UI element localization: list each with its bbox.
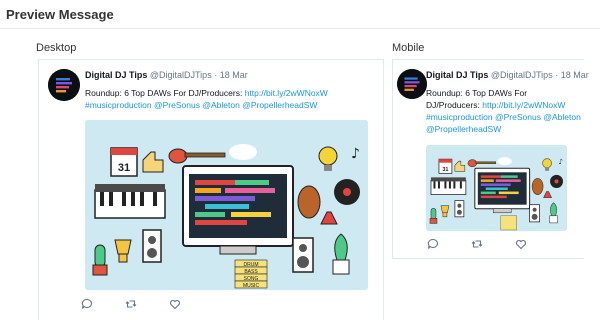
separator: ·: [214, 70, 218, 80]
mobile-tweet-card: Digital DJ Tips @DigitalDJTips · 18 Mar …: [392, 59, 589, 259]
tweet-text: Roundup: 6 Top DAWs For DJ/Producers: ht…: [85, 87, 375, 111]
mention-ableton-link[interactable]: @Ableton: [543, 112, 580, 122]
reply-icon[interactable]: [427, 238, 439, 250]
mobile-section-label: Mobile: [392, 42, 425, 54]
tweet-header: Digital DJ Tips @DigitalDJTips · 18 Mar: [426, 70, 589, 80]
sticker-music: MUSIC: [243, 283, 260, 289]
like-icon[interactable]: [515, 238, 527, 250]
calendar-day: 31: [118, 162, 130, 174]
author-name[interactable]: Digital DJ Tips: [426, 70, 488, 80]
avatar[interactable]: [48, 69, 80, 101]
tweet-date[interactable]: 18 Mar: [561, 70, 589, 80]
tweet-actions: [81, 298, 181, 310]
tweet-body: Roundup: 6 Top DAWs For DJ/Producers:: [85, 88, 243, 98]
mention-presonus-link[interactable]: @PreSonus: [154, 100, 200, 110]
tweet-media-image[interactable]: 31 ♪: [426, 145, 567, 231]
svg-text:♪: ♪: [351, 146, 360, 162]
desktop-section-label: Desktop: [36, 42, 77, 54]
tweet-header: Digital DJ Tips @DigitalDJTips · 18 Mar: [85, 70, 248, 80]
avatar[interactable]: [397, 69, 427, 99]
tweet-text: Roundup: 6 Top DAWs For DJ/Producers: ht…: [426, 87, 581, 135]
reply-icon[interactable]: [81, 298, 93, 310]
tweet-media-image[interactable]: 31 ♪: [85, 120, 368, 290]
tweet-url-link[interactable]: http://bit.ly/2wWNoxW: [245, 88, 328, 98]
avatar-logo-icon: [397, 69, 427, 99]
tweet-actions: [427, 238, 527, 250]
mention-presonus-link[interactable]: @PreSonus: [495, 112, 541, 122]
retweet-icon[interactable]: [125, 298, 137, 310]
tweet-url-link[interactable]: http://bit.ly/2wWNoxW: [482, 100, 565, 110]
mention-propellerhead-link[interactable]: @PropellerheadSW: [426, 124, 501, 134]
author-name[interactable]: Digital DJ Tips: [85, 70, 147, 80]
mention-propellerhead-link[interactable]: @PropellerheadSW: [242, 100, 317, 110]
preview-header: Preview Message: [0, 0, 600, 29]
tweet-date[interactable]: 18 Mar: [220, 70, 248, 80]
desktop-tweet-card: Digital DJ Tips @DigitalDJTips · 18 Mar …: [38, 59, 384, 320]
svg-text:♪: ♪: [559, 157, 563, 166]
author-handle[interactable]: @DigitalDJTips: [150, 70, 212, 80]
daw-illustration: 31 ♪: [85, 120, 368, 290]
calendar-day: 31: [442, 167, 448, 173]
hashtag-link[interactable]: #musicproduction: [85, 100, 152, 110]
separator: ·: [555, 70, 559, 80]
author-handle[interactable]: @DigitalDJTips: [491, 70, 553, 80]
hashtag-link[interactable]: #musicproduction: [426, 112, 493, 122]
avatar-logo-icon: [48, 69, 80, 101]
page-title: Preview Message: [6, 7, 114, 22]
mention-ableton-link[interactable]: @Ableton: [202, 100, 239, 110]
daw-illustration: 31 ♪: [426, 145, 567, 231]
retweet-icon[interactable]: [471, 238, 483, 250]
like-icon[interactable]: [169, 298, 181, 310]
